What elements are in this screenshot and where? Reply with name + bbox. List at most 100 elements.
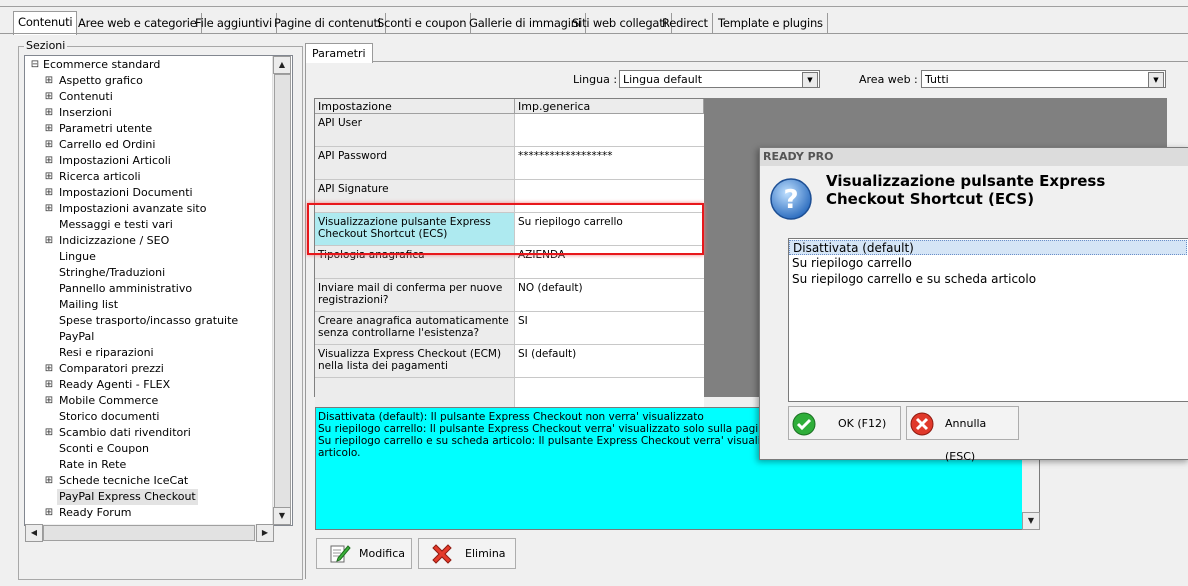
tree-item-label: Spese trasporto/incasso gratuite (59, 314, 239, 327)
expand-icon[interactable]: ⊞ (41, 425, 57, 441)
tab-template-plugins[interactable]: Template e plugins (714, 13, 828, 33)
sections-tree[interactable]: ⊟ Ecommerce standard ⊞ Aspetto grafico ⊞ Co… (24, 55, 293, 526)
modifica-button[interactable]: Modifica (316, 538, 412, 569)
scroll-thumb[interactable] (274, 74, 291, 508)
tab-parametri[interactable]: Parametri (305, 43, 373, 63)
expand-icon[interactable]: ⊞ (41, 473, 57, 489)
cancel-label: Annulla (ESC) (945, 417, 987, 463)
tab-aree-web[interactable]: Aree web e categorie (74, 13, 202, 33)
grid-cell-value[interactable]: SI (515, 312, 704, 345)
tree-item-label: Impostazioni avanzate sito (59, 202, 207, 215)
modifica-label: Modifica (359, 547, 405, 560)
grid-cell-value[interactable] (515, 114, 704, 147)
question-icon: ? (768, 176, 814, 225)
main-tab-bar: Contenuti Aree web e categorie File aggi… (0, 0, 1188, 35)
expand-icon[interactable]: ⊞ (41, 233, 57, 249)
tree-item-label: Rate in Rete (59, 458, 127, 471)
tab-pagine-contenuti[interactable]: Pagine di contenuti (270, 13, 386, 33)
cancel-button[interactable]: Annulla (ESC) (906, 406, 1019, 463)
collapse-icon[interactable]: ⊟ (27, 57, 43, 73)
dropdown-arrow-icon[interactable]: ▼ (1148, 72, 1164, 88)
expand-icon[interactable]: ⊞ (41, 153, 57, 169)
scroll-down-icon[interactable]: ▼ (273, 507, 291, 525)
tree-item-label: Aspetto grafico (59, 74, 143, 87)
tree-item-label: Impostazioni Documenti (59, 186, 193, 199)
sezioni-label: Sezioni (24, 39, 68, 52)
expand-icon[interactable]: ⊞ (41, 361, 57, 377)
grid-cell-value[interactable]: ****************** (515, 147, 704, 180)
tree-item-label: Inserzioni (59, 106, 112, 119)
grid-header-impostazione[interactable]: Impostazione (315, 99, 515, 114)
dialog-heading: Visualizzazione pulsante Express Checkou… (826, 172, 1106, 208)
tree-item-label: Lingue (59, 250, 96, 263)
lingua-select[interactable]: Lingua default ▼ (619, 70, 820, 88)
grid-header-imp-generica[interactable]: Imp.generica (515, 99, 704, 114)
tree-root-label: Ecommerce standard (43, 58, 161, 71)
expand-icon[interactable]: ⊞ (41, 73, 57, 89)
expand-icon[interactable]: ⊞ (41, 89, 57, 105)
expand-icon[interactable]: ⊞ (41, 169, 57, 185)
grid-cell-name[interactable]: Visualizza Express Checkout (ECM) nella … (315, 345, 515, 378)
tree-item-label: Comparatori prezzi (59, 362, 164, 375)
option-item[interactable]: Disattivata (default) (789, 240, 1187, 255)
tab-file-aggiuntivi[interactable]: File aggiuntivi (191, 13, 278, 33)
tab-sconti-coupon[interactable]: Sconti e coupon (373, 13, 472, 33)
check-icon (792, 412, 816, 439)
tree-item-label: PayPal (59, 330, 95, 343)
elimina-label: Elimina (465, 547, 506, 560)
scroll-left-icon[interactable]: ◀ (25, 524, 43, 542)
expand-icon[interactable]: ⊞ (41, 201, 57, 217)
elimina-button[interactable]: Elimina (418, 538, 516, 569)
hscroll-thumb[interactable] (43, 525, 255, 541)
tab-redirect[interactable]: Redirect (658, 13, 713, 33)
cancel-icon (910, 412, 934, 439)
highlight-annotation (307, 203, 704, 255)
grid-cell-name[interactable]: API Password (315, 147, 515, 180)
scroll-right-icon[interactable]: ▶ (256, 524, 274, 542)
grid-cell-name[interactable]: API User (315, 114, 515, 147)
tree-item-label: Parametri utente (59, 122, 153, 135)
area-web-select[interactable]: Tutti ▼ (921, 70, 1166, 88)
tree-item-label: Mailing list (59, 298, 119, 311)
area-web-value: Tutti (925, 73, 949, 86)
tree-item-label: Pannello amministrativo (59, 282, 193, 295)
grid-cell-value[interactable]: NO (default) (515, 279, 704, 312)
dropdown-arrow-icon[interactable]: ▼ (802, 72, 818, 88)
tab-contenuti[interactable]: Contenuti (13, 11, 78, 35)
option-item[interactable]: Su riepilogo carrello (792, 256, 912, 271)
tree-item-label: PayPal Express Checkout (57, 489, 198, 505)
tree-item-label: Carrello ed Ordini (59, 138, 156, 151)
grid-cell-name[interactable]: Inviare mail di conferma per nuove regis… (315, 279, 515, 312)
expand-icon[interactable]: ⊞ (41, 121, 57, 137)
options-list[interactable]: Disattivata (default) Su riepilogo carrel… (788, 238, 1188, 402)
tree-item-label: Stringhe/Traduzioni (59, 266, 166, 279)
tree-item-label: Contenuti (59, 90, 113, 103)
dialog-title: READY PRO (760, 148, 1188, 166)
lingua-value: Lingua default (623, 73, 703, 86)
tree-item-label: Resi e riparazioni (59, 346, 154, 359)
tree-item-label: Impostazioni Articoli (59, 154, 171, 167)
expand-icon[interactable]: ⊞ (41, 185, 57, 201)
expand-icon[interactable]: ⊞ (41, 105, 57, 121)
ok-button[interactable]: OK (F12) (788, 406, 901, 440)
area-web-label: Area web : (859, 73, 918, 86)
lingua-label: Lingua : (573, 73, 618, 86)
grid-cell-value[interactable]: SI (default) (515, 345, 704, 378)
scroll-up-icon[interactable]: ▲ (273, 56, 291, 74)
tree-horizontal-scrollbar[interactable]: ◀ ▶ (25, 524, 274, 542)
scroll-down-icon[interactable]: ▼ (1022, 512, 1040, 530)
tree-item-label: Ready Agenti - FLEX (59, 378, 171, 391)
expand-icon[interactable]: ⊞ (41, 505, 57, 521)
expand-icon[interactable]: ⊞ (41, 377, 57, 393)
expand-icon[interactable]: ⊞ (41, 137, 57, 153)
grid-cell-name[interactable]: Creare anagrafica automaticamente senza … (315, 312, 515, 345)
tree-item-label: Schede tecniche IceCat (59, 474, 189, 487)
tree-vertical-scrollbar[interactable]: ▲ ▼ (272, 56, 291, 525)
tab-siti-web[interactable]: Siti web collegati (568, 13, 672, 33)
tree-item-label: Messaggi e testi vari (59, 218, 173, 231)
tree-item-label: Ready Forum (59, 506, 132, 519)
edit-icon (329, 542, 351, 567)
option-item[interactable]: Su riepilogo carrello e su scheda artico… (792, 272, 1036, 287)
tree-item-label: Mobile Commerce (59, 394, 159, 407)
expand-icon[interactable]: ⊞ (41, 393, 57, 409)
